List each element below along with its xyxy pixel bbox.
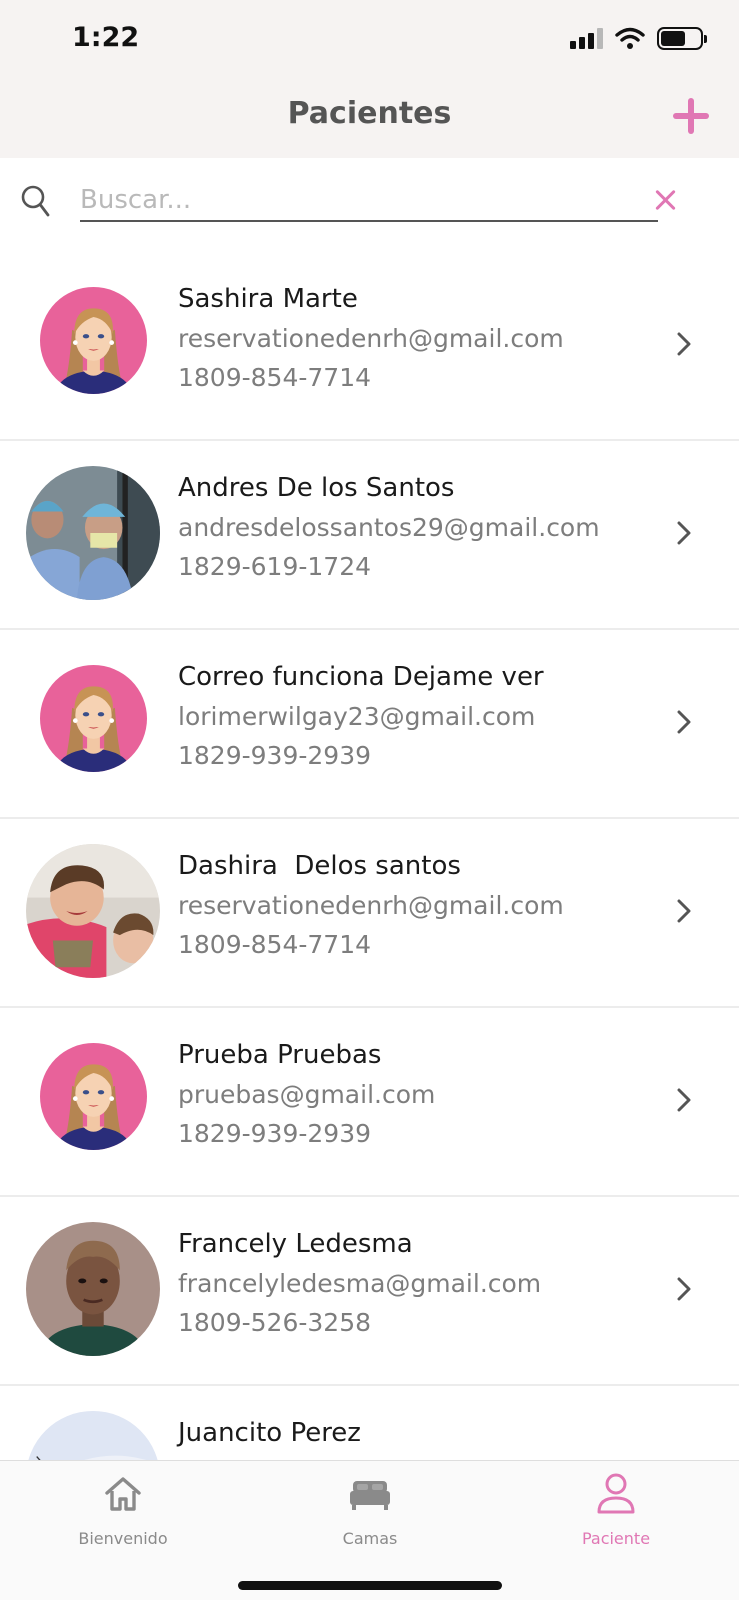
patient-email: francelyledesma@gmail.com [178,1269,542,1298]
avatar [26,844,160,978]
patient-info: Juancito Perez [178,1414,361,1453]
tab-paciente[interactable]: Paciente [536,1471,696,1561]
home-icon [105,1477,141,1511]
patient-name: Prueba Pruebas [178,1040,382,1070]
patient-phone: 1809-526-3258 [178,1308,372,1337]
tab-bar: Bienvenido Camas Paciente [0,1460,739,1600]
avatar [26,1411,160,1460]
avatar [26,466,160,600]
avatar [40,665,147,772]
patient-email: lorimerwilgay23@gmail.com [178,702,536,731]
signal-icon [570,27,603,49]
search-icon [21,185,50,217]
chevron-right-icon [677,521,691,545]
patient-info: Correo funciona Dejame ver lorimerwilgay… [178,658,544,775]
patient-info: Dashira Delos santos reservationedenrh@g… [178,847,564,964]
patient-list: Sashira Marte reservationedenrh@gmail.co… [0,252,739,1460]
tab-label: Bienvenido [78,1529,168,1548]
tab-bienvenido[interactable]: Bienvenido [43,1471,203,1561]
patient-row[interactable]: Juancito Perez [0,1386,739,1460]
bed-icon [350,1481,390,1510]
patient-phone: 1809-854-7714 [178,930,372,959]
patient-info: Francely Ledesma francelyledesma@gmail.c… [178,1225,541,1342]
patient-row[interactable]: Sashira Marte reservationedenrh@gmail.co… [0,252,739,441]
patient-row[interactable]: Prueba Pruebas pruebas@gmail.com 1829-93… [0,1008,739,1197]
patient-name: Andres De los Santos [178,473,455,503]
patient-name: Francely Ledesma [178,1229,413,1259]
home-indicator [238,1581,502,1590]
avatar [40,287,147,394]
status-time: 1:22 [72,22,140,53]
chevron-right-icon [677,710,691,734]
patient-row[interactable]: Correo funciona Dejame ver lorimerwilgay… [0,630,739,819]
patient-email: reservationedenrh@gmail.com [178,891,564,920]
chevron-right-icon [677,332,691,356]
patient-info: Prueba Pruebas pruebas@gmail.com 1829-93… [178,1036,435,1153]
tab-camas[interactable]: Camas [290,1471,450,1561]
top-bar: 1:22 Pacientes [0,0,739,158]
patient-email: reservationedenrh@gmail.com [178,324,564,353]
page-title: Pacientes [287,96,452,131]
avatar [26,1222,160,1356]
tab-label: Paciente [581,1529,651,1548]
patient-name: Dashira Delos santos [178,851,461,881]
chevron-right-icon [677,899,691,923]
patient-name: Correo funciona Dejame ver [178,662,544,692]
search-bar [0,158,739,252]
patient-phone: 1809-854-7714 [178,363,372,392]
status-icons [570,26,707,50]
search-input[interactable] [80,180,658,222]
patient-phone: 1829-939-2939 [178,1119,372,1148]
chevron-right-icon [677,1277,691,1301]
add-patient-button[interactable] [671,96,711,136]
patient-phone: 1829-939-2939 [178,741,372,770]
patient-email: pruebas@gmail.com [178,1080,436,1109]
patient-row[interactable]: Dashira Delos santos reservationedenrh@g… [0,819,739,1008]
patient-info: Andres De los Santos andresdelossantos29… [178,469,600,586]
wifi-icon [615,27,645,49]
patient-row[interactable]: Andres De los Santos andresdelossantos29… [0,441,739,630]
avatar [40,1043,147,1150]
person-icon [597,1473,635,1514]
patient-row[interactable]: Francely Ledesma francelyledesma@gmail.c… [0,1197,739,1386]
patient-phone: 1829-619-1724 [178,552,372,581]
patient-name: Juancito Perez [178,1418,361,1448]
patient-info: Sashira Marte reservationedenrh@gmail.co… [178,280,564,397]
patient-name: Sashira Marte [178,284,358,314]
battery-icon [657,26,707,50]
patient-email: andresdelossantos29@gmail.com [178,513,600,542]
clear-search-icon[interactable] [654,188,678,212]
tab-label: Camas [342,1529,398,1548]
chevron-right-icon [677,1088,691,1112]
